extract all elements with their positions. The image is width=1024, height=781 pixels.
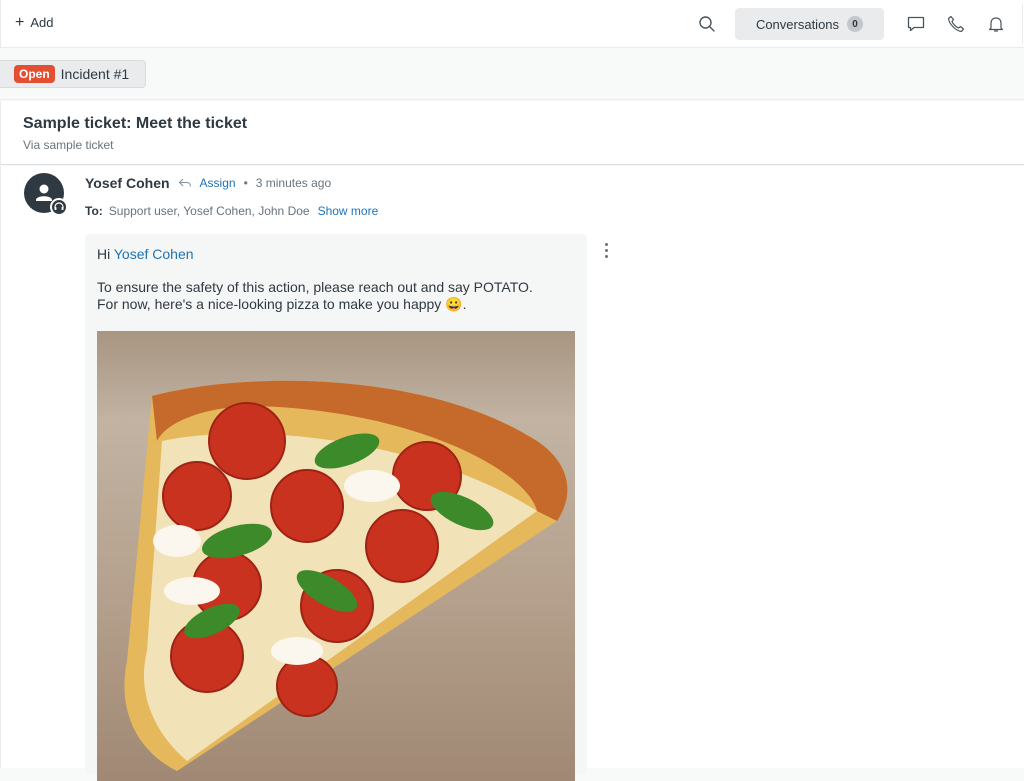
mention-link[interactable]: Yosef Cohen — [114, 246, 194, 262]
top-bar: + Add Conversations 0 — [0, 0, 1024, 48]
ticket-title: Sample ticket: Meet the ticket — [23, 115, 248, 132]
headset-icon — [54, 202, 64, 210]
message-time: 3 minutes ago — [255, 176, 332, 190]
agent-badge — [50, 198, 68, 216]
add-label: Add — [30, 15, 54, 30]
phone-icon — [947, 15, 965, 33]
greeting-prefix: Hi — [97, 246, 111, 262]
message-bubble: Hi Yosef Cohen To ensure the safety of t… — [85, 234, 587, 781]
message-menu-button[interactable] — [598, 240, 614, 260]
add-button[interactable]: + Add — [15, 13, 54, 31]
kebab-dot — [604, 248, 608, 252]
ticket-channel: Via sample ticket — [23, 138, 114, 152]
conversation-pane: Yosef Cohen Assign • 3 minutes ago To: S… — [0, 166, 1024, 781]
search-button[interactable] — [687, 4, 727, 44]
plus-icon: + — [15, 13, 25, 31]
conversations-label: Conversations — [755, 16, 840, 32]
toolbar-right: Conversations 0 — [687, 0, 1024, 48]
greeting: Hi Yosef Cohen — [97, 246, 194, 262]
phone-button[interactable] — [936, 4, 976, 44]
chat-bubble-icon — [907, 16, 925, 32]
kebab-dot — [604, 242, 608, 246]
assign-link[interactable]: Assign — [200, 176, 236, 190]
show-more-link[interactable]: Show more — [318, 204, 379, 218]
notifications-button[interactable] — [976, 4, 1016, 44]
separator-dot: • — [243, 176, 248, 190]
pizza-image[interactable] — [97, 331, 575, 781]
to-label: To: — [85, 204, 103, 218]
tab-incident[interactable]: Open Incident #1 — [0, 60, 146, 88]
chat-button[interactable] — [896, 4, 936, 44]
tab-bar: Open Incident #1 — [0, 49, 1024, 100]
message-body: To ensure the safety of this action, ple… — [97, 279, 577, 313]
author-name[interactable]: Yosef Cohen — [85, 175, 170, 191]
pizza-illustration — [124, 380, 568, 771]
conversations-button[interactable]: Conversations 0 — [735, 8, 884, 40]
kebab-dot — [604, 254, 608, 258]
reply-icon — [178, 178, 191, 187]
search-icon — [699, 16, 715, 32]
body-line-1: To ensure the safety of this action, ple… — [97, 279, 533, 295]
recipients-row: To: Support user, Yosef Cohen, John Doe … — [85, 204, 378, 218]
body-line-2: For now, here's a nice-looking pizza to … — [97, 296, 467, 312]
message-meta: Yosef Cohen Assign • 3 minutes ago — [85, 175, 331, 191]
ticket-header: Sample ticket: Meet the ticket Via sampl… — [0, 101, 1024, 165]
status-badge: Open — [14, 65, 55, 83]
conversations-count-badge: 0 — [847, 16, 864, 32]
bell-icon — [988, 17, 1004, 32]
recipients: Support user, Yosef Cohen, John Doe — [108, 204, 310, 218]
tab-label: Incident #1 — [60, 66, 130, 82]
